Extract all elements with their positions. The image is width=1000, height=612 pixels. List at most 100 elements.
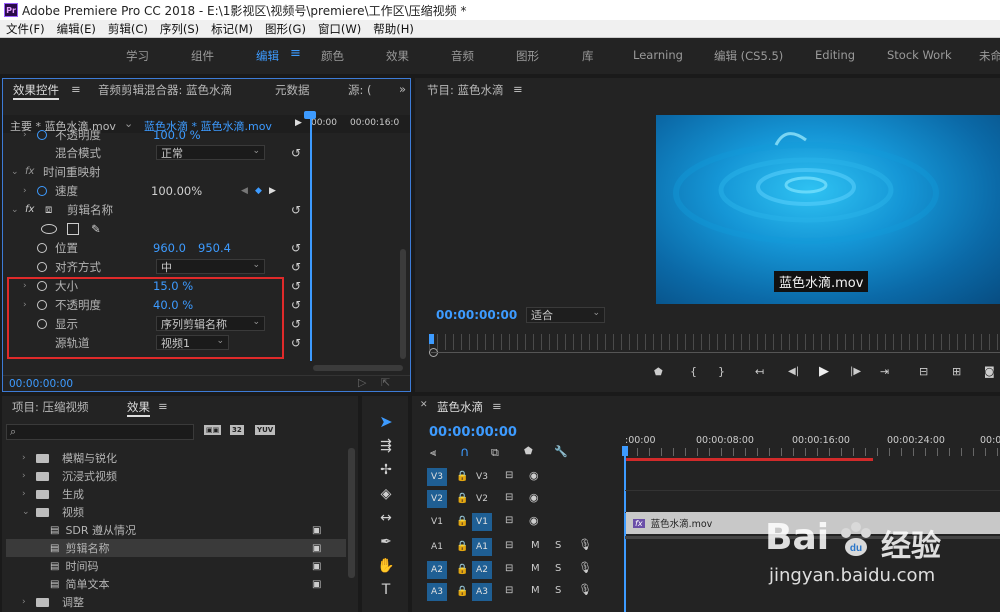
- mute-button[interactable]: M: [531, 585, 540, 596]
- list-item[interactable]: ▤ 简单文本 ▣: [6, 575, 346, 593]
- snap-icon[interactable]: ∩: [460, 445, 470, 460]
- lock-icon[interactable]: 🔒: [456, 541, 468, 552]
- reset-icon[interactable]: ↺: [291, 317, 301, 331]
- tab-metadata[interactable]: 元数据: [275, 82, 310, 98]
- lock-icon[interactable]: 🔒: [456, 564, 468, 575]
- ws-libraries[interactable]: 库: [582, 48, 594, 64]
- tab-audio-mixer[interactable]: 音频剪辑混合器: 蓝色水滴: [98, 82, 232, 98]
- list-item[interactable]: › 生成: [6, 485, 346, 503]
- menu-graphics[interactable]: 图形(G): [259, 21, 312, 37]
- eye-icon[interactable]: ◉: [529, 514, 539, 527]
- menu-clip[interactable]: 剪辑(C): [102, 21, 154, 37]
- track-v3[interactable]: V3: [472, 468, 492, 486]
- ws-color[interactable]: 颜色: [321, 48, 344, 64]
- list-item[interactable]: › 沉浸式视频: [6, 467, 346, 485]
- ws-assembly[interactable]: 组件: [191, 48, 214, 64]
- lift-icon[interactable]: ⊟: [919, 365, 928, 378]
- sync-lock-icon[interactable]: ⊟: [505, 515, 513, 526]
- track-v1[interactable]: V1: [472, 513, 492, 531]
- step-back-icon[interactable]: ◀|: [788, 366, 799, 377]
- program-title[interactable]: 节目: 蓝色水滴: [427, 82, 504, 98]
- ws-more[interactable]: 未命: [979, 48, 1000, 64]
- play-icon[interactable]: ▶: [295, 118, 302, 128]
- ripple-edit-icon[interactable]: ✢: [376, 462, 396, 478]
- list-item[interactable]: ▤ SDR 遵从情况 ▣: [6, 521, 346, 539]
- extract-icon[interactable]: ⊞: [952, 365, 961, 378]
- menu-window[interactable]: 窗口(W): [312, 21, 367, 37]
- yuv-filter-icon[interactable]: YUV: [255, 425, 276, 435]
- stopwatch-icon[interactable]: [37, 261, 47, 272]
- eye-icon[interactable]: ◉: [529, 491, 539, 504]
- linked-selection-icon[interactable]: ⧉: [491, 446, 499, 460]
- ws-graphics[interactable]: 图形: [516, 48, 539, 64]
- mark-in-icon[interactable]: {: [690, 365, 697, 378]
- list-item[interactable]: › 模糊与锐化: [6, 449, 346, 467]
- menu-help[interactable]: 帮助(H): [367, 21, 420, 37]
- playhead[interactable]: [429, 334, 434, 344]
- mute-button[interactable]: M: [531, 540, 540, 551]
- sync-lock-icon[interactable]: ⊟: [505, 492, 513, 503]
- timeline-timecode[interactable]: 00:00:00:00: [429, 425, 517, 440]
- type-tool-icon[interactable]: T: [376, 582, 396, 598]
- reset-icon[interactable]: ↺: [291, 260, 301, 274]
- sync-lock-icon[interactable]: ⊟: [505, 563, 513, 574]
- zoom-scrollbar[interactable]: [313, 365, 403, 371]
- next-keyframe-icon[interactable]: ▶: [269, 186, 276, 196]
- ws-edit[interactable]: 编辑: [256, 48, 279, 64]
- zoom-fit-select[interactable]: 适合 ⌄: [526, 307, 605, 323]
- lock-icon[interactable]: 🔒: [456, 471, 468, 482]
- rectangle-mask-icon[interactable]: [67, 222, 79, 235]
- sequence-tab[interactable]: 蓝色水滴: [437, 399, 483, 415]
- lock-icon[interactable]: 🔒: [456, 493, 468, 504]
- camera-icon[interactable]: ◙: [984, 365, 995, 378]
- ws-stock-work[interactable]: Stock Work: [887, 48, 952, 62]
- more-tabs-icon[interactable]: »: [399, 82, 406, 96]
- menu-sequence[interactable]: 序列(S): [154, 21, 205, 37]
- source-patch-a1[interactable]: A1: [427, 538, 447, 556]
- ellipse-mask-icon[interactable]: [41, 223, 57, 234]
- list-item[interactable]: ▤ 剪辑名称 ▣: [6, 539, 346, 557]
- hamburger-icon[interactable]: ≡: [492, 399, 502, 413]
- tab-source[interactable]: 源: (: [348, 82, 372, 98]
- reset-icon[interactable]: ↺: [291, 241, 301, 255]
- tab-project[interactable]: 项目: 压缩视频: [12, 399, 89, 415]
- hamburger-icon[interactable]: ≡: [71, 82, 81, 96]
- source-patch-a2[interactable]: A2: [427, 561, 447, 579]
- time-ruler[interactable]: [429, 334, 1000, 350]
- microphone-icon[interactable]: 🎙: [578, 561, 592, 574]
- solo-button[interactable]: S: [555, 585, 561, 596]
- pen-mask-icon[interactable]: ✎: [91, 222, 101, 236]
- add-marker-icon[interactable]: ⬟: [524, 446, 533, 457]
- track-select-icon[interactable]: ⇶: [376, 438, 396, 454]
- stopwatch-icon[interactable]: [37, 242, 47, 253]
- playhead-handle[interactable]: [622, 446, 628, 456]
- transform-box-icon[interactable]: ⧈: [45, 202, 52, 217]
- playhead-handle[interactable]: [304, 111, 316, 119]
- nest-icon[interactable]: ⫷: [430, 446, 436, 460]
- prev-keyframe-icon[interactable]: ◀: [241, 186, 248, 196]
- scrollbar[interactable]: [400, 249, 406, 359]
- video-preview[interactable]: 蓝色水滴.mov: [656, 115, 1000, 304]
- lock-icon[interactable]: 🔒: [456, 516, 468, 527]
- hamburger-icon[interactable]: ≡: [158, 399, 168, 413]
- play-icon[interactable]: ▶: [819, 364, 829, 379]
- sync-lock-icon[interactable]: ⊟: [505, 540, 513, 551]
- go-to-in-icon[interactable]: ↤: [755, 365, 764, 378]
- source-patch-v3[interactable]: V3: [427, 468, 447, 486]
- list-item[interactable]: ⌄ 视频: [6, 503, 346, 521]
- sync-lock-icon[interactable]: ⊟: [505, 470, 513, 481]
- stopwatch-icon[interactable]: [37, 185, 47, 196]
- solo-button[interactable]: S: [555, 540, 561, 551]
- search-input[interactable]: ⌕: [6, 424, 194, 440]
- step-forward-icon[interactable]: |▶: [850, 366, 861, 377]
- playhead[interactable]: [310, 115, 312, 361]
- ws-edit-cs55[interactable]: 编辑 (CS5.5): [714, 48, 783, 64]
- reset-icon[interactable]: ↺: [291, 146, 301, 160]
- track-a3[interactable]: A3: [472, 583, 492, 601]
- solo-button[interactable]: S: [555, 563, 561, 574]
- ws-effects[interactable]: 效果: [386, 48, 409, 64]
- menu-file[interactable]: 文件(F): [0, 21, 51, 37]
- 32bit-filter-icon[interactable]: 32: [230, 425, 244, 435]
- source-patch-a3[interactable]: A3: [427, 583, 447, 601]
- track-a2[interactable]: A2: [472, 561, 492, 579]
